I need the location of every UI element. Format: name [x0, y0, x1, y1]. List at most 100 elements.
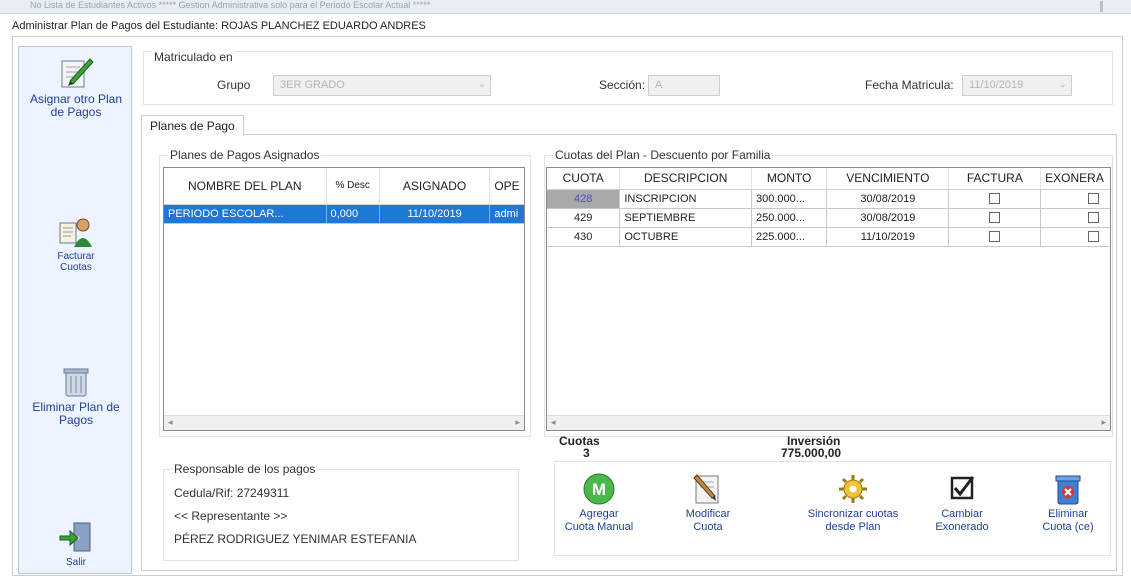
column-header[interactable]: VENCIMIENTO: [826, 168, 950, 190]
add-manual-quota-label1: Agregar: [579, 508, 619, 520]
scroll-left-icon[interactable]: ◂: [168, 417, 173, 428]
quotas-count: Cuotas 3: [559, 435, 600, 459]
column-header[interactable]: OPE: [489, 168, 524, 205]
add-manual-quota-label2: Cuota Manual: [564, 521, 634, 533]
table-row[interactable]: 428 INSCRIPCION 300.000... 30/08/2019: [547, 189, 1110, 209]
payment-responsible-legend: Responsable de los pagos: [172, 462, 318, 476]
payment-responsible-group: Responsable de los pagos Cedula/Rif: 272…: [163, 462, 519, 561]
delete-quota-label1: Eliminar: [1048, 508, 1088, 520]
fecha-matricula-field[interactable]: 11/10/2019 ⌄: [962, 75, 1072, 96]
plan-quotas-legend: Cuotas del Plan - Descuento por Familia: [553, 148, 773, 162]
sync-quotas-button[interactable]: Sincronizar cuotas desde Plan: [798, 472, 908, 534]
table-cell: 0,000: [326, 204, 380, 224]
bill-quotas-button[interactable]: Facturar Cuotas: [19, 213, 133, 273]
column-header[interactable]: EXONERA: [1040, 168, 1110, 190]
add-manual-quota-button[interactable]: M Agregar Cuota Manual: [558, 472, 640, 534]
modify-quota-label2: Cuota: [693, 521, 723, 533]
enrollment-legend: Matriculado en: [152, 50, 235, 64]
student-invoice-icon: [58, 213, 94, 249]
checkbox-icon: [944, 472, 980, 506]
delete-plan-label: Eliminar Plan de Pagos: [32, 400, 120, 427]
horizontal-scrollbar[interactable]: ◂ ▸: [547, 415, 1110, 430]
responsible-id: Cedula/Rif: 27249311: [174, 486, 290, 500]
exonera-checkbox[interactable]: [1088, 231, 1100, 243]
svg-text:M: M: [592, 480, 606, 499]
table-cell: OCTUBRE: [619, 227, 753, 247]
table-row[interactable]: PERIODO ESCOLAR... 0,000 11/10/2019 admi: [164, 204, 524, 224]
assigned-plans-grid[interactable]: NOMBRE DEL PLAN % Desc ASIGNADO OPE PERI…: [163, 167, 525, 431]
factura-cell: [948, 227, 1042, 247]
tab-planes-de-pago[interactable]: Planes de Pago: [141, 115, 244, 136]
table-row[interactable]: 430 OCTUBRE 225.000... 11/10/2019: [547, 227, 1110, 247]
column-header[interactable]: NOMBRE DEL PLAN: [164, 168, 327, 205]
window-title: Administrar Plan de Pagos del Estudiante…: [12, 20, 426, 32]
change-exonerated-label2: Exonerado: [935, 521, 989, 533]
exonera-cell: [1040, 189, 1110, 209]
assigned-plans-legend: Planes de Pagos Asignados: [168, 148, 322, 162]
table-cell: SEPTIEMBRE: [619, 208, 753, 228]
delete-plan-button[interactable]: Eliminar Plan de Pagos: [19, 363, 133, 427]
exit-button[interactable]: Salir: [19, 519, 133, 568]
plan-quotas-grid[interactable]: CUOTA DESCRIPCION MONTO VENCIMIENTO FACT…: [546, 167, 1111, 431]
factura-checkbox[interactable]: [989, 193, 1001, 205]
delete-quota-label2: Cuota (ce): [1042, 521, 1094, 533]
column-header[interactable]: ASIGNADO: [379, 168, 491, 205]
responsible-type: << Representante >>: [174, 509, 288, 523]
table-cell: 30/08/2019: [826, 189, 950, 209]
table-row[interactable]: 429 SEPTIEMBRE 250.000... 30/08/2019: [547, 208, 1110, 228]
fecha-matricula-value: 11/10/2019: [969, 79, 1024, 91]
investment-total: Inversión 775.000,00: [781, 435, 841, 459]
chevron-down-icon: ⌄: [1058, 79, 1067, 90]
delete-cuota-icon: [1050, 472, 1086, 506]
table-cell: 250.000...: [751, 208, 828, 228]
background-window-text: No Lista de Estudiantes Activos ***** Ge…: [30, 0, 431, 10]
modify-quota-label1: Modificar: [685, 508, 731, 520]
sidebar: Asignar otro Plan de Pagos Facturar Cuot…: [18, 46, 132, 574]
change-exonerated-label1: Cambiar: [941, 508, 983, 520]
grupo-label: Grupo: [217, 78, 251, 92]
column-header[interactable]: CUOTA: [547, 168, 621, 190]
scroll-right-icon[interactable]: ▸: [515, 417, 520, 428]
modify-quota-button[interactable]: Modificar Cuota: [673, 472, 743, 534]
quotas-count-value: 3: [583, 446, 590, 460]
table-cell: INSCRIPCION: [619, 189, 753, 209]
scroll-right-icon[interactable]: ▸: [1101, 417, 1106, 428]
exonera-checkbox[interactable]: [1088, 212, 1100, 224]
table-cell: 300.000...: [751, 189, 828, 209]
change-exonerated-button[interactable]: Cambiar Exonerado: [907, 472, 1017, 534]
table-cell: 429: [547, 208, 621, 228]
quota-actions-bar: M Agregar Cuota Manual Modificar Cuota S…: [554, 461, 1111, 556]
assign-plan-button[interactable]: Asignar otro Plan de Pagos: [19, 55, 133, 119]
column-header[interactable]: % Desc: [326, 168, 380, 205]
factura-checkbox[interactable]: [989, 231, 1001, 243]
seccion-value: A: [655, 79, 663, 91]
column-header[interactable]: MONTO: [751, 168, 828, 190]
exonera-checkbox[interactable]: [1088, 193, 1100, 205]
column-header[interactable]: FACTURA: [948, 168, 1042, 190]
table-cell: admi: [489, 204, 524, 224]
grupo-field[interactable]: 3ER GRADO ⌄: [273, 75, 491, 96]
scroll-left-icon[interactable]: ◂: [551, 417, 556, 428]
tab-strip: Planes de Pago: [141, 115, 1117, 136]
exit-label: Salir: [65, 557, 86, 568]
delete-quota-button[interactable]: Eliminar Cuota (ce): [1027, 472, 1109, 534]
table-cell: 430: [547, 227, 621, 247]
seccion-field[interactable]: A: [648, 75, 720, 96]
table-cell: 225.000...: [751, 227, 828, 247]
factura-cell: [948, 208, 1042, 228]
checklist-pen-icon: [58, 55, 94, 91]
factura-checkbox[interactable]: [989, 212, 1001, 224]
sync-quotas-label1: Sincronizar cuotas: [807, 508, 899, 520]
pencil-paper-icon: [690, 472, 726, 506]
column-header[interactable]: DESCRIPCION: [619, 168, 753, 190]
horizontal-scrollbar[interactable]: ◂ ▸: [164, 415, 524, 430]
sync-quotas-label2: desde Plan: [825, 521, 881, 533]
table-cell: 11/10/2019: [826, 227, 950, 247]
table-cell: 30/08/2019: [826, 208, 950, 228]
table-cell: 428: [547, 189, 621, 209]
background-window-strip: No Lista de Estudiantes Activos ***** Ge…: [0, 0, 1131, 14]
green-m-icon: M: [581, 472, 617, 506]
gear-sync-icon: [835, 472, 871, 506]
investment-value: 775.000,00: [781, 446, 842, 460]
assign-plan-label: Asignar otro Plan de Pagos: [29, 92, 123, 119]
